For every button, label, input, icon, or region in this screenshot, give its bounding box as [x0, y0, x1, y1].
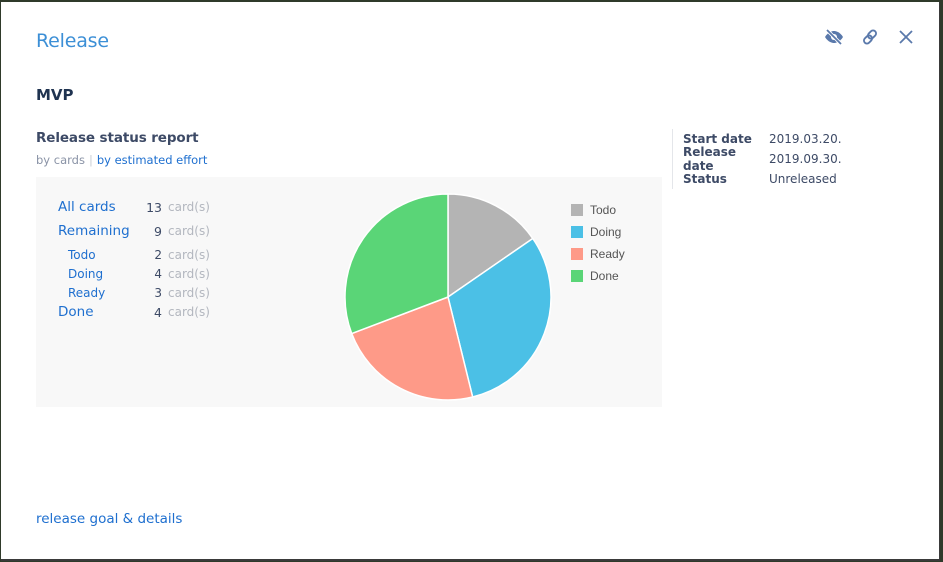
report-panel: All cards 13 card(s) Remaining 9 card(s)… — [36, 177, 662, 407]
close-icon — [899, 30, 913, 44]
copy-link-button[interactable] — [859, 26, 881, 48]
info-row-release-date: Release date 2019.09.30. — [683, 145, 842, 173]
release-modal: Release MVP Release status report by car… — [1, 2, 940, 561]
report-title: Release status report — [36, 130, 199, 146]
info-key: Start date — [683, 132, 752, 146]
chart-legend: Todo Doing Ready Done — [571, 199, 625, 287]
modal-title: Release — [36, 30, 109, 52]
link-icon — [863, 29, 877, 45]
release-goal-details-link[interactable]: release goal & details — [36, 511, 182, 527]
legend-label: Doing — [590, 225, 622, 239]
release-info: Start date 2019.03.20. Release date 2019… — [672, 129, 842, 189]
header-actions — [823, 26, 917, 48]
hide-button[interactable] — [823, 26, 845, 48]
by-effort-link[interactable]: by estimated effort — [97, 153, 208, 167]
legend-item-todo[interactable]: Todo — [571, 199, 625, 221]
report-mode-switch: by cards | by estimated effort — [36, 153, 207, 167]
mode-separator: | — [88, 153, 93, 167]
info-key: Status — [683, 172, 727, 186]
legend-label: Done — [590, 269, 619, 283]
legend-item-done[interactable]: Done — [571, 265, 625, 287]
close-button[interactable] — [895, 26, 917, 48]
legend-label: Todo — [590, 203, 617, 217]
legend-item-ready[interactable]: Ready — [571, 243, 625, 265]
info-value: 2019.09.30. — [769, 152, 842, 166]
info-key: Release date — [683, 145, 737, 173]
legend-swatch — [571, 204, 583, 216]
legend-swatch — [571, 226, 583, 238]
info-value: Unreleased — [769, 172, 837, 186]
info-row-status: Status Unreleased — [683, 169, 842, 189]
legend-item-doing[interactable]: Doing — [571, 221, 625, 243]
status-pie-chart — [344, 193, 552, 401]
legend-swatch — [571, 248, 583, 260]
eye-slash-icon — [825, 29, 843, 45]
by-cards-option[interactable]: by cards — [36, 153, 85, 167]
release-name: MVP — [36, 86, 74, 104]
legend-label: Ready — [590, 247, 625, 261]
info-value: 2019.03.20. — [769, 132, 842, 146]
legend-swatch — [571, 270, 583, 282]
